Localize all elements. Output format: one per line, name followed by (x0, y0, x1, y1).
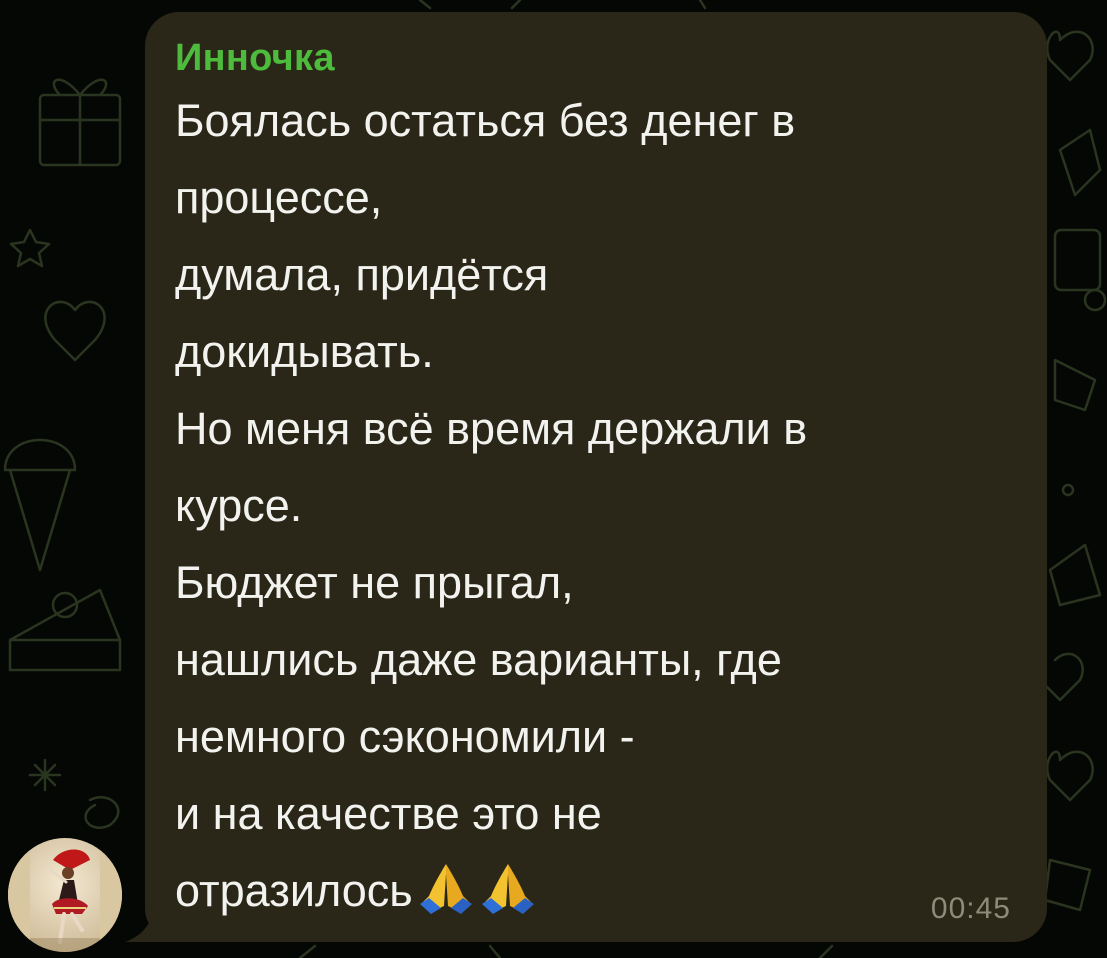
sender-avatar[interactable] (8, 838, 122, 952)
message-text-line: курсе. (175, 480, 303, 531)
message-timestamp: 00:45 (930, 892, 1011, 925)
message-text-line: нашлись даже варианты, где (175, 634, 782, 685)
message-text-line: и на качестве это не (175, 788, 602, 839)
message-text-line: Но меня всё время держали в (175, 403, 808, 454)
message-text-line: процессе, (175, 172, 383, 223)
message-last-line: отразилось (175, 852, 1017, 929)
message-text-line: отразилось (175, 865, 413, 916)
folded-hands-icon (419, 864, 472, 914)
message-text-line: Бюджет не прыгал, (175, 557, 574, 608)
folded-hands-icon (481, 864, 534, 914)
message-bubble[interactable]: Инночка Боялась остаться без денег в про… (145, 12, 1047, 942)
message-text-line: Боялась остаться без денег в (175, 95, 796, 146)
message-text-line: докидывать. (175, 326, 434, 377)
user-avatar-photo (8, 838, 122, 952)
sender-name[interactable]: Инночка (175, 36, 1017, 80)
message-text-line: немного сэкономили - (175, 711, 635, 762)
message-text-line: думала, придётся (175, 249, 549, 300)
